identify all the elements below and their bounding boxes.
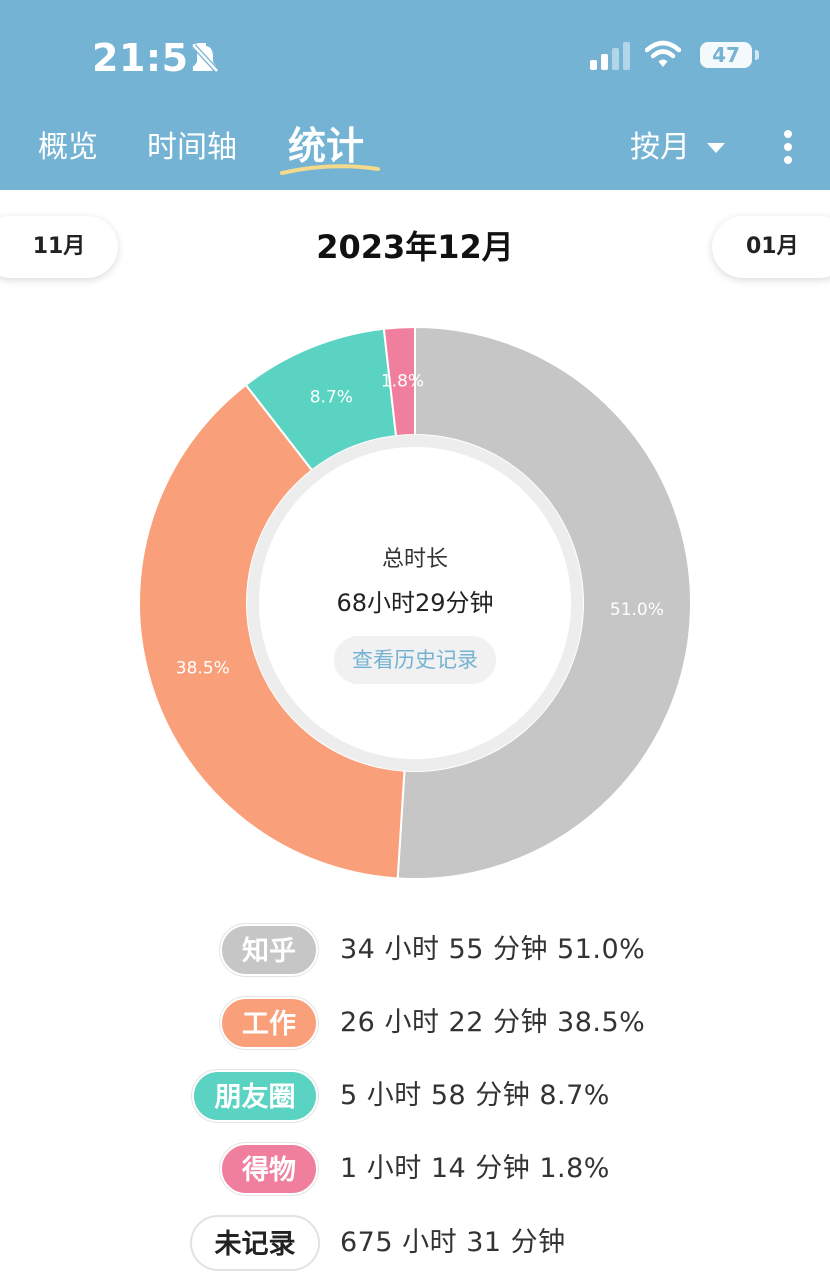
tab-timeline[interactable]: 时间轴 <box>147 128 237 168</box>
period-mode-select[interactable]: 按月 <box>630 128 690 168</box>
legend-badge: 知乎 <box>220 924 318 976</box>
tab-overview[interactable]: 概览 <box>38 128 98 168</box>
legend-value: 675 小时 31 分钟 <box>340 1227 566 1258</box>
wifi-icon <box>645 40 681 67</box>
legend-badge: 得物 <box>220 1143 318 1195</box>
legend-value: 34 小时 55 分钟 51.0% <box>340 934 646 965</box>
active-tab-underline <box>280 164 380 175</box>
period-navigation: 11月 2023年12月 01月 <box>0 212 830 282</box>
legend-item[interactable]: 未记录 675 小时 31 分钟 <box>0 1213 830 1273</box>
slice-percent-label: 8.7% <box>310 387 353 407</box>
view-history-button[interactable]: 查看历史记录 <box>334 636 496 684</box>
next-month-button[interactable]: 01月 <box>712 216 830 278</box>
slice-percent-label: 38.5% <box>176 658 230 678</box>
status-bar: 21:51 47 <box>0 0 830 110</box>
legend-item[interactable]: 知乎 34 小时 55 分钟 51.0% <box>0 920 830 980</box>
slice-percent-label: 51.0% <box>610 600 664 620</box>
caret-down-icon[interactable] <box>706 141 726 155</box>
legend-badge: 未记录 <box>192 1217 318 1269</box>
signal-icon <box>590 42 630 70</box>
legend-badge: 朋友圈 <box>192 1070 318 1122</box>
period-title: 2023年12月 <box>316 228 514 266</box>
slice-percent-label: 1.8% <box>381 371 424 391</box>
legend-item[interactable]: 得物 1 小时 14 分钟 1.8% <box>0 1139 830 1199</box>
total-duration-value: 68小时29分钟 <box>336 589 494 617</box>
bell-off-icon <box>192 44 219 73</box>
legend-value: 5 小时 58 分钟 8.7% <box>340 1080 610 1111</box>
battery-tip <box>755 50 759 60</box>
more-vertical-icon[interactable] <box>778 128 798 166</box>
legend-value: 26 小时 22 分钟 38.5% <box>340 1007 646 1038</box>
legend-value: 1 小时 14 分钟 1.8% <box>340 1153 610 1184</box>
total-duration-title: 总时长 <box>381 547 448 572</box>
legend-item[interactable]: 工作 26 小时 22 分钟 38.5% <box>0 993 830 1053</box>
legend-item[interactable]: 朋友圈 5 小时 58 分钟 8.7% <box>0 1066 830 1126</box>
battery-icon: 47 <box>700 42 752 68</box>
app-header: 21:51 47 概览 时间轴 统计 按月 <box>0 0 830 190</box>
legend-badge: 工作 <box>220 997 318 1049</box>
donut-chart: 51.0% 38.5% 8.7% 1.8% 总时长 68小时29分钟 查看历史记录 <box>0 300 830 900</box>
